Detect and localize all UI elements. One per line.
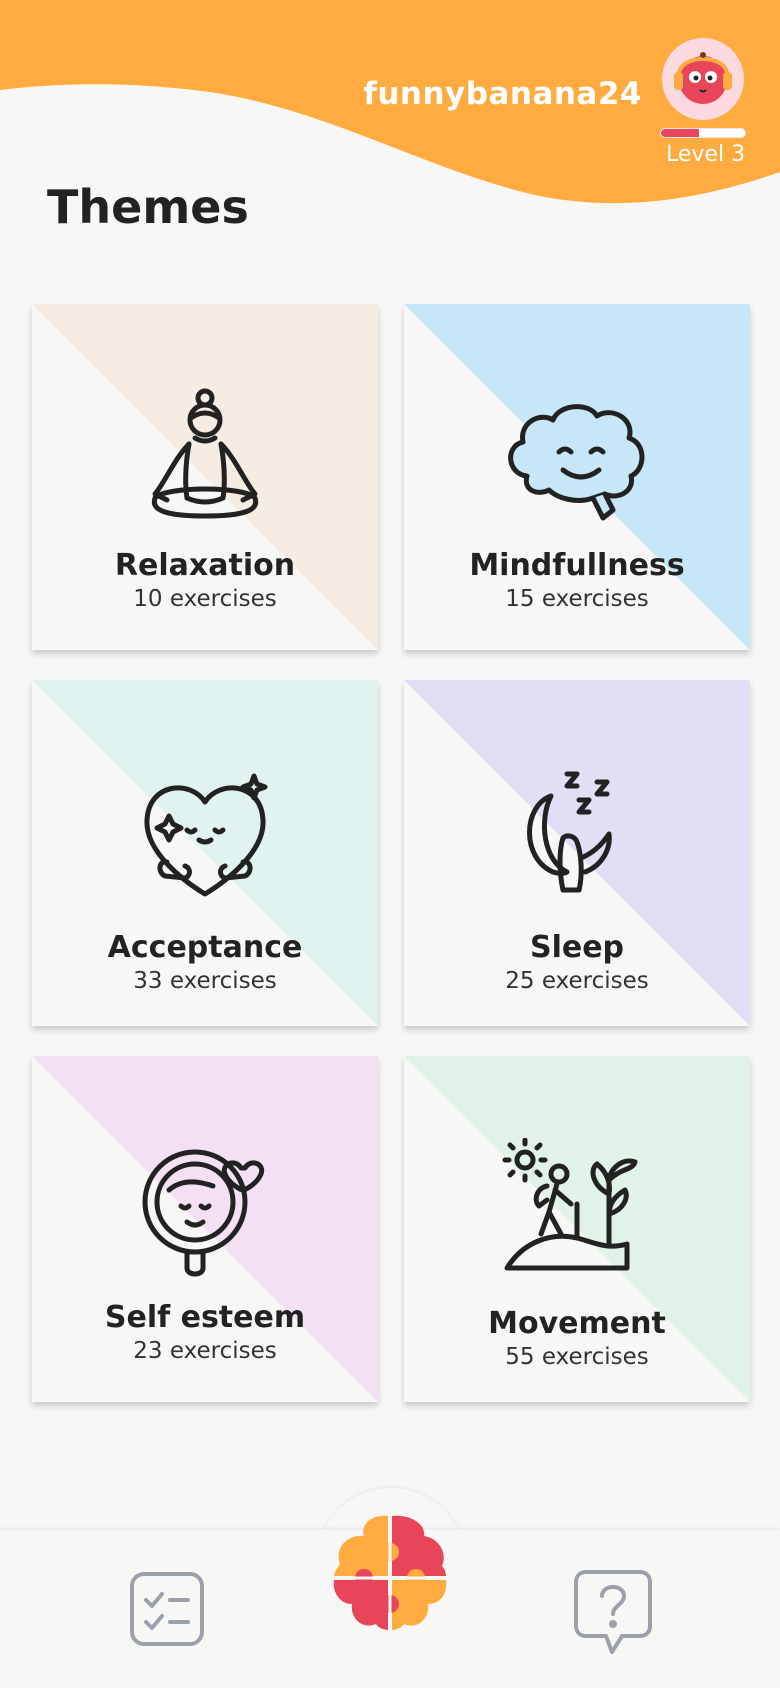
moon-sleep-icon [527, 771, 612, 893]
theme-card-relaxation[interactable]: Relaxation 10 exercises [32, 304, 378, 650]
nav-exercises-button[interactable] [128, 1570, 206, 1652]
level-progress-bar [660, 128, 746, 138]
level-progress-fill [661, 129, 699, 137]
themes-grid: Relaxation 10 exercises Mindfullness 15 … [32, 304, 752, 1404]
help-icon [574, 1570, 652, 1654]
theme-title: Acceptance [107, 930, 303, 965]
brain-puzzle-icon [332, 1515, 448, 1632]
theme-exercise-count: 15 exercises [505, 586, 649, 612]
level-label: Level 3 [666, 142, 746, 167]
theme-exercise-count: 33 exercises [133, 968, 277, 994]
heart-hug-icon [144, 773, 268, 897]
cute-face-headphones-icon [674, 52, 732, 104]
theme-card-acceptance[interactable]: Acceptance 33 exercises [32, 680, 378, 1026]
page-title: Themes [47, 180, 249, 234]
theme-card-mindfullness[interactable]: Mindfullness 15 exercises [404, 304, 750, 650]
theme-title: Movement [488, 1306, 666, 1341]
nav-help-button[interactable] [572, 1568, 654, 1664]
hiking-icon [502, 1138, 638, 1271]
brain-icon [508, 404, 645, 521]
nav-home-button[interactable] [330, 1512, 450, 1640]
theme-card-sleep[interactable]: Sleep 25 exercises [404, 680, 750, 1026]
checklist-icon [130, 1572, 204, 1646]
username: funnybanana24 [363, 76, 642, 112]
theme-card-self-esteem[interactable]: Self esteem 23 exercises [32, 1056, 378, 1402]
meditation-icon [151, 388, 259, 519]
theme-title: Self esteem [104, 1300, 306, 1335]
theme-title: Sleep [529, 930, 625, 965]
theme-exercise-count: 23 exercises [133, 1338, 277, 1364]
theme-title: Relaxation [114, 548, 296, 583]
avatar[interactable] [662, 38, 744, 120]
theme-exercise-count: 55 exercises [505, 1344, 649, 1370]
mirror-icon [142, 1149, 265, 1277]
theme-title: Mindfullness [469, 548, 685, 583]
theme-exercise-count: 10 exercises [133, 586, 277, 612]
theme-exercise-count: 25 exercises [505, 968, 649, 994]
theme-card-movement[interactable]: Movement 55 exercises [404, 1056, 750, 1402]
